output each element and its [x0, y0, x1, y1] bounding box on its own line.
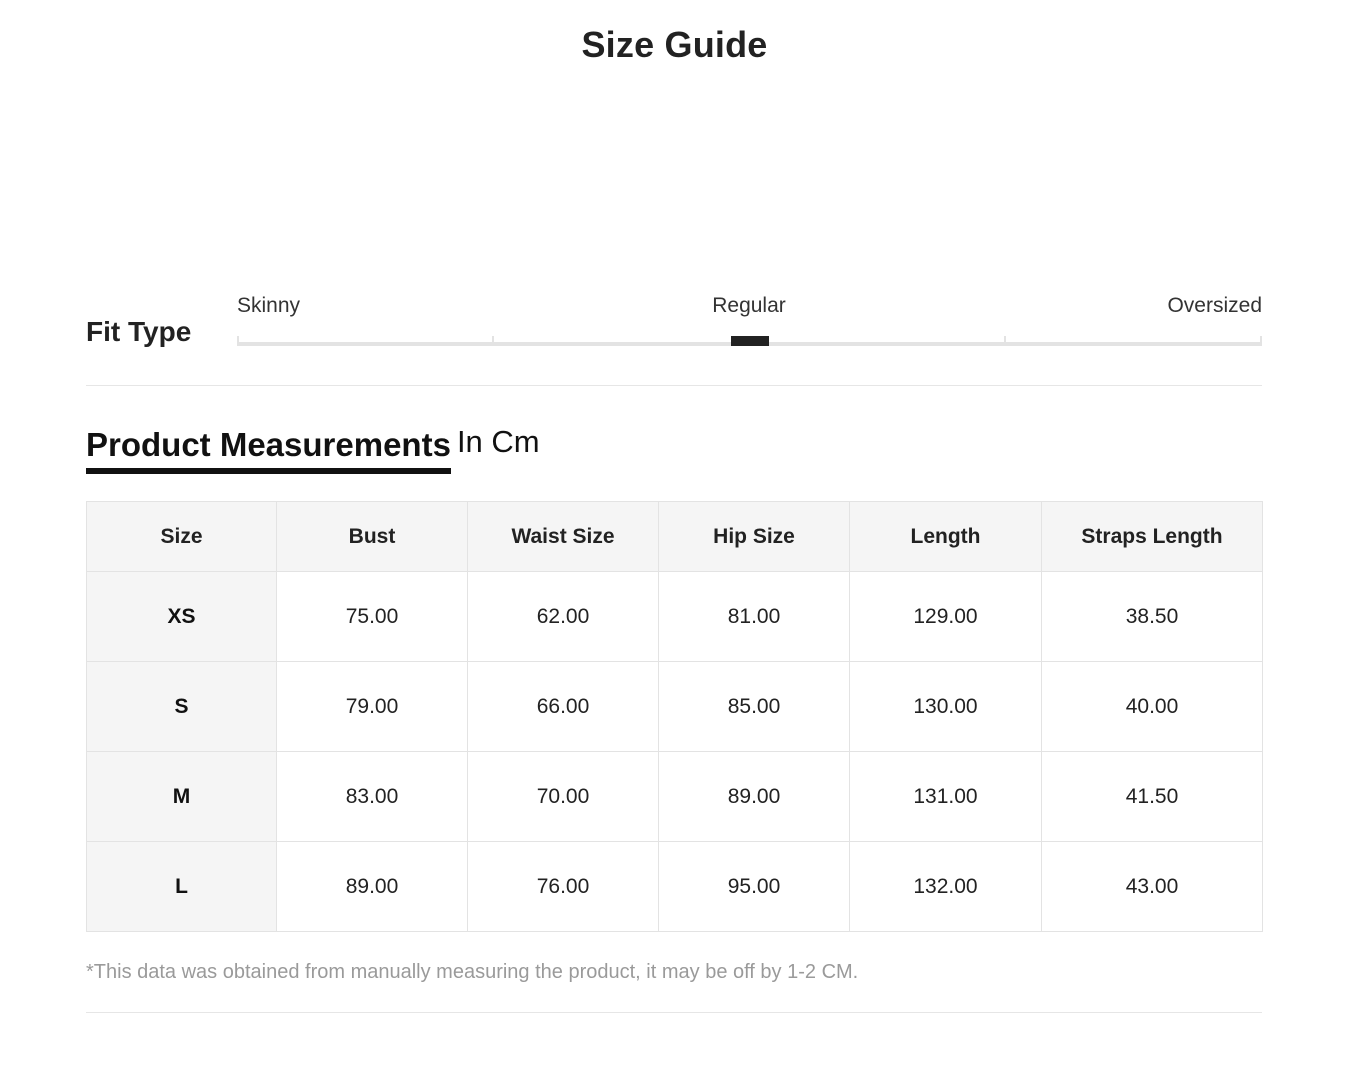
cell-size: XS — [86, 571, 277, 662]
cell-straps-length: 40.00 — [1041, 661, 1263, 752]
measurements-title: Product Measurements — [86, 426, 451, 474]
header-size: Size — [86, 501, 277, 572]
header-straps-length: Straps Length — [1041, 501, 1263, 572]
fit-selected-marker — [730, 336, 769, 346]
table-header-row: Size Bust Waist Size Hip Size Length Str… — [86, 501, 1263, 572]
cell-length: 129.00 — [849, 571, 1042, 662]
fit-tick — [492, 336, 494, 346]
cell-size: S — [86, 661, 277, 752]
fit-tick — [237, 336, 239, 346]
cell-waist-size: 62.00 — [467, 571, 659, 662]
cell-hip-size: 81.00 — [658, 571, 850, 662]
table-row: XS 75.00 62.00 81.00 129.00 38.50 — [86, 571, 1263, 662]
cell-bust: 83.00 — [276, 751, 468, 842]
cell-length: 130.00 — [849, 661, 1042, 752]
cell-waist-size: 70.00 — [467, 751, 659, 842]
table-row: S 79.00 66.00 85.00 130.00 40.00 — [86, 661, 1263, 752]
cell-size: L — [86, 841, 277, 932]
cell-size: M — [86, 751, 277, 842]
measurements-unit: In Cm — [456, 424, 540, 459]
table-row: M 83.00 70.00 89.00 131.00 41.50 — [86, 751, 1263, 842]
fit-tick — [1260, 336, 1262, 346]
cell-straps-length: 41.50 — [1041, 751, 1263, 842]
header-waist-size: Waist Size — [467, 501, 659, 572]
header-length: Length — [849, 501, 1042, 572]
cell-length: 131.00 — [849, 751, 1042, 842]
cell-length: 132.00 — [849, 841, 1042, 932]
cell-hip-size: 95.00 — [658, 841, 850, 932]
page-title: Size Guide — [581, 24, 768, 65]
bottom-divider — [86, 1012, 1262, 1013]
fit-type-section: Fit Type Skinny Regular Oversized — [86, 290, 1262, 386]
cell-bust: 79.00 — [276, 661, 468, 752]
fit-label-oversized: Oversized — [1167, 294, 1262, 317]
fit-type-title: Fit Type — [86, 316, 192, 347]
fit-label-skinny: Skinny — [237, 294, 301, 317]
cell-hip-size: 85.00 — [658, 661, 850, 752]
fit-label-regular: Regular — [712, 294, 786, 317]
cell-straps-length: 38.50 — [1041, 571, 1263, 662]
fit-tick — [1004, 336, 1006, 346]
table-row: L 89.00 76.00 95.00 132.00 43.00 — [86, 841, 1263, 932]
size-table: Size Bust Waist Size Hip Size Length Str… — [86, 501, 1263, 932]
cell-straps-length: 43.00 — [1041, 841, 1263, 932]
cell-waist-size: 66.00 — [467, 661, 659, 752]
fit-type-scale: Skinny Regular Oversized — [237, 290, 1262, 350]
header-hip-size: Hip Size — [658, 501, 850, 572]
header-bust: Bust — [276, 501, 468, 572]
measurements-heading: Product Measurements In Cm — [86, 424, 540, 474]
cell-bust: 89.00 — [276, 841, 468, 932]
cell-bust: 75.00 — [276, 571, 468, 662]
measurement-disclaimer: *This data was obtained from manually me… — [86, 961, 859, 983]
cell-waist-size: 76.00 — [467, 841, 659, 932]
cell-hip-size: 89.00 — [658, 751, 850, 842]
